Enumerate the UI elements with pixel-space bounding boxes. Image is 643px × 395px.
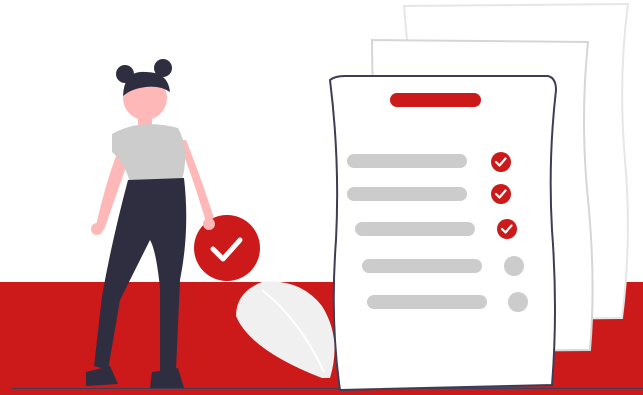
check-icon	[497, 219, 517, 239]
person-figure	[86, 59, 215, 388]
checklist-line-1	[347, 154, 467, 168]
checklist-line-2	[347, 187, 467, 201]
check-icon	[491, 152, 511, 172]
check-icon	[491, 184, 511, 204]
illustration-stage	[0, 0, 643, 395]
leaf-plant	[236, 281, 335, 378]
checklist-line-4	[362, 259, 482, 273]
empty-circle-icon	[504, 256, 524, 276]
checklist-illustration	[86, 2, 630, 392]
checklist-line-3	[355, 222, 475, 236]
document-title-bar	[390, 93, 481, 107]
empty-circle-icon	[508, 292, 528, 312]
checklist-line-5	[367, 295, 487, 309]
